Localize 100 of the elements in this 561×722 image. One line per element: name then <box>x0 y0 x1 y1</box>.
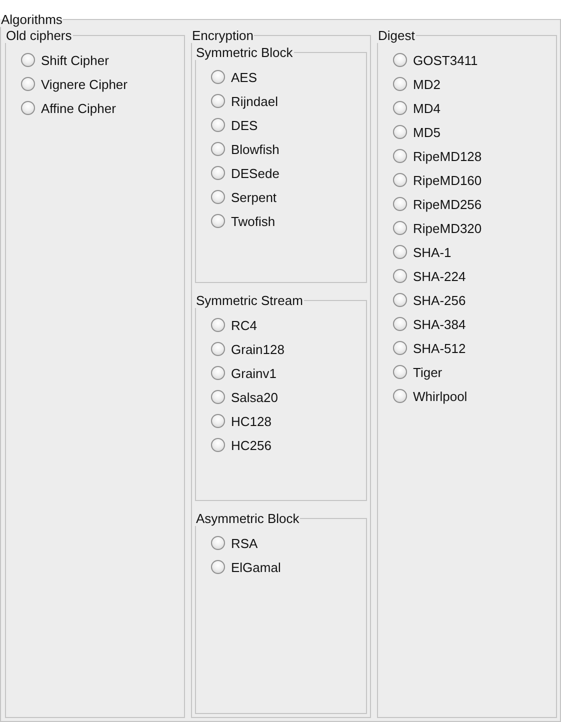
radio-icon[interactable] <box>393 77 407 91</box>
radio-icon[interactable] <box>211 366 225 380</box>
option-label: MD2 <box>413 76 440 92</box>
radio-icon[interactable] <box>211 118 225 132</box>
radio-option[interactable]: MD5 <box>393 123 440 141</box>
option-label: Serpent <box>231 190 277 204</box>
radio-icon[interactable] <box>211 438 225 452</box>
radio-option[interactable]: SHA-256 <box>393 291 466 309</box>
group-title: Old ciphers <box>5 28 73 43</box>
radio-option[interactable]: GOST3411 <box>393 51 478 69</box>
radio-option[interactable]: Grainv1 <box>211 364 277 382</box>
option-label: RipeMD128 <box>413 148 482 164</box>
radio-icon[interactable] <box>211 142 225 156</box>
radio-option[interactable]: ElGamal <box>211 558 281 576</box>
radio-option[interactable]: Shift Cipher <box>21 51 109 69</box>
radio-option[interactable]: RC4 <box>211 316 258 334</box>
radio-option[interactable]: RipeMD256 <box>393 195 482 213</box>
radio-icon[interactable] <box>393 293 407 307</box>
option-label: Salsa20 <box>231 390 278 404</box>
radio-option[interactable]: HC256 <box>211 436 272 454</box>
radio-option[interactable]: DES <box>211 116 258 134</box>
radio-option[interactable]: RipeMD160 <box>393 171 482 189</box>
option-label: Whirlpool <box>413 388 468 404</box>
radio-option[interactable]: Rijndael <box>211 92 278 110</box>
option-label: RC4 <box>231 318 258 332</box>
radio-icon[interactable] <box>211 190 225 204</box>
radio-icon[interactable] <box>393 53 407 67</box>
radio-option[interactable]: Salsa20 <box>211 388 278 406</box>
option-label: Blowfish <box>231 142 280 156</box>
option-label: SHA-1 <box>413 244 452 260</box>
radio-icon[interactable] <box>211 414 225 428</box>
option-label: MD4 <box>413 100 440 116</box>
radio-icon[interactable] <box>393 197 407 211</box>
radio-option[interactable]: SHA-224 <box>393 267 466 285</box>
radio-icon[interactable] <box>393 341 407 355</box>
radio-icon[interactable] <box>211 166 225 180</box>
option-label: Twofish <box>231 214 276 228</box>
radio-icon[interactable] <box>211 536 225 550</box>
radio-icon[interactable] <box>393 125 407 139</box>
radio-icon[interactable] <box>211 318 225 332</box>
radio-icon[interactable] <box>211 214 225 228</box>
radio-option[interactable]: Whirlpool <box>393 387 468 405</box>
option-label: SHA-384 <box>413 316 466 332</box>
radio-icon[interactable] <box>393 389 407 403</box>
radio-option[interactable]: MD4 <box>393 99 440 117</box>
radio-icon[interactable] <box>21 77 35 91</box>
option-label: MD5 <box>413 124 440 140</box>
radio-option[interactable]: RSA <box>211 534 258 552</box>
radio-option[interactable]: RipeMD320 <box>393 219 482 237</box>
radio-option[interactable]: SHA-1 <box>393 243 452 261</box>
option-label: DESede <box>231 166 280 180</box>
radio-option[interactable]: DESede <box>211 164 280 182</box>
radio-icon[interactable] <box>393 245 407 259</box>
option-label: ElGamal <box>231 560 281 574</box>
radio-icon[interactable] <box>21 101 35 115</box>
radio-option[interactable]: Grain128 <box>211 340 284 358</box>
radio-option[interactable]: Serpent <box>211 188 277 206</box>
radio-option[interactable]: RipeMD128 <box>393 147 482 165</box>
radio-icon[interactable] <box>21 53 35 67</box>
radio-icon[interactable] <box>393 317 407 331</box>
option-label: HC256 <box>231 438 272 452</box>
radio-icon[interactable] <box>211 70 225 84</box>
radio-option[interactable]: Blowfish <box>211 140 280 158</box>
option-label: RipeMD256 <box>413 196 482 212</box>
option-label: Grain128 <box>231 342 284 356</box>
radio-icon[interactable] <box>393 173 407 187</box>
radio-icon[interactable] <box>211 94 225 108</box>
option-label: RipeMD320 <box>413 220 482 236</box>
option-label: SHA-512 <box>413 340 466 356</box>
option-label: Shift Cipher <box>41 52 109 68</box>
radio-option[interactable]: Twofish <box>211 212 276 230</box>
option-label: AES <box>231 70 258 84</box>
option-label: Tiger <box>413 364 442 380</box>
radio-option[interactable]: SHA-512 <box>393 339 466 357</box>
radio-option[interactable]: AES <box>211 68 258 86</box>
group-title: Symmetric Block <box>195 45 294 60</box>
group-title: Encryption <box>191 28 254 43</box>
option-label: SHA-224 <box>413 268 466 284</box>
radio-option[interactable]: SHA-384 <box>393 315 466 333</box>
option-label: Grainv1 <box>231 366 277 380</box>
group-title: Asymmetric Block <box>195 511 300 526</box>
radio-icon[interactable] <box>211 342 225 356</box>
radio-icon[interactable] <box>211 390 225 404</box>
option-label: RipeMD160 <box>413 172 482 188</box>
radio-option[interactable]: Tiger <box>393 363 442 381</box>
radio-icon[interactable] <box>393 101 407 115</box>
radio-icon[interactable] <box>393 221 407 235</box>
radio-icon[interactable] <box>393 149 407 163</box>
radio-option[interactable]: MD2 <box>393 75 440 93</box>
option-label: DES <box>231 118 258 132</box>
option-label: GOST3411 <box>413 52 478 68</box>
radio-option[interactable]: HC128 <box>211 412 272 430</box>
radio-icon[interactable] <box>211 560 225 574</box>
option-label: RSA <box>231 536 258 550</box>
radio-option[interactable]: Affine Cipher <box>21 99 116 117</box>
option-label: SHA-256 <box>413 292 466 308</box>
group-title: Symmetric Stream <box>195 293 304 308</box>
radio-icon[interactable] <box>393 269 407 283</box>
radio-option[interactable]: Vignere Cipher <box>21 75 128 93</box>
radio-icon[interactable] <box>393 365 407 379</box>
